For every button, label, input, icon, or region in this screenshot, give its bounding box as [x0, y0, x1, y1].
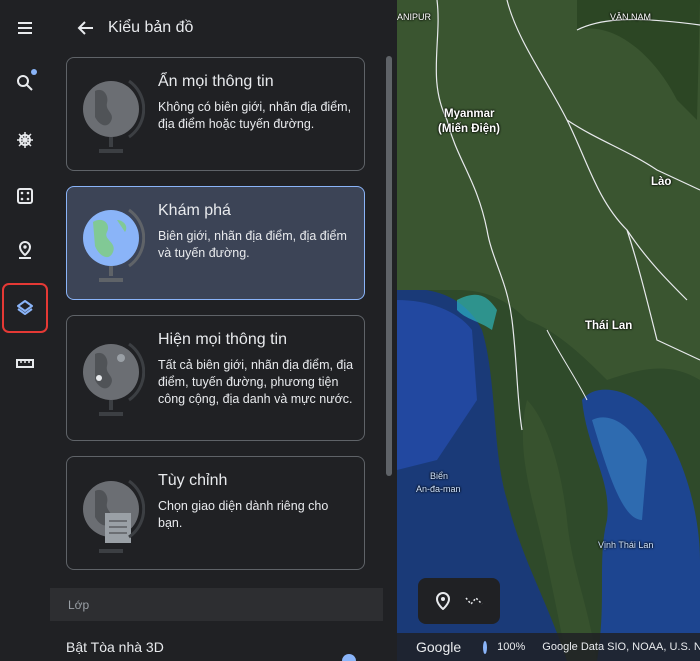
map-label-andaman-sea-2: An-đa-man: [416, 484, 461, 494]
card-description: Chọn giao diện dành riêng cho bạn.: [158, 499, 329, 530]
map-view[interactable]: ANIPUR VÂN NAM Myanmar (Miến Điện) Lào T…: [397, 0, 700, 661]
data-attribution[interactable]: Google Data SIO, NOAA, U.S. Na: [542, 641, 700, 653]
card-title: Tùy chỉnh: [158, 472, 228, 489]
dice-icon[interactable]: [7, 178, 43, 214]
map-style-card-hide-all[interactable]: Ẩn mọi thông tin Không có biên giới, nhã…: [66, 57, 365, 171]
search-icon[interactable]: [7, 65, 43, 101]
map-style-card-explore[interactable]: Khám phá Biên giới, nhãn địa điểm, địa đ…: [66, 186, 365, 300]
map-style-layers-icon[interactable]: [2, 283, 48, 333]
globe-color-icon: [83, 208, 145, 282]
section-header-layers: Lớp: [50, 588, 383, 621]
map-status-bar: Google 100% Google Data SIO, NOAA, U.S. …: [397, 633, 700, 661]
map-label-manipur: ANIPUR: [397, 12, 432, 22]
path-icon[interactable]: [464, 594, 484, 608]
card-title: Hiện mọi thông tin: [158, 331, 287, 348]
map-label-thailand: Thái Lan: [585, 320, 633, 332]
layer-3d-toggle[interactable]: [342, 654, 356, 661]
map-label-myanmar-alt: (Miến Điện): [438, 123, 500, 135]
panel-header: Kiểu bản đồ: [50, 0, 397, 56]
left-rail: [0, 0, 50, 661]
google-logo: Google: [416, 639, 462, 655]
globe-plain-icon: [83, 79, 145, 153]
pin-icon[interactable]: [7, 232, 43, 268]
map-label-myanmar: Myanmar: [444, 108, 495, 120]
card-description: Biên giới, nhãn địa điểm, địa điểm và tu…: [158, 229, 347, 260]
load-percent: 100%: [497, 641, 526, 653]
card-title: Khám phá: [158, 202, 231, 219]
panel-scrollbar[interactable]: [386, 56, 392, 476]
map-label-gulf-of-thailand: Vịnh Thái Lan: [598, 540, 654, 550]
card-title: Ẩn mọi thông tin: [158, 73, 274, 90]
layer-3d-buildings-label[interactable]: Bật Tòa nhà 3D: [66, 639, 164, 655]
satellite-map: [397, 0, 700, 661]
map-style-card-custom[interactable]: Tùy chỉnh Chọn giao diện dành riêng cho …: [66, 456, 365, 570]
globe-pins-icon: [83, 342, 145, 416]
menu-icon[interactable]: [7, 10, 43, 46]
placemark-icon[interactable]: [435, 592, 451, 610]
map-label-laos: Lào: [651, 176, 672, 188]
loading-ring-icon: [483, 640, 488, 654]
map-label-andaman-sea-1: Biển: [430, 471, 449, 481]
notification-dot: [31, 69, 37, 75]
map-style-panel: Kiểu bản đồ Ẩn mọi thông tin Không có bi…: [50, 0, 397, 661]
card-description: Không có biên giới, nhãn địa điểm, địa đ…: [158, 100, 352, 131]
back-arrow-icon[interactable]: [68, 10, 104, 46]
map-label-yunnan: VÂN NAM: [610, 12, 652, 22]
globe-custom-icon: [83, 479, 145, 553]
voyager-icon[interactable]: [7, 122, 43, 158]
ruler-icon[interactable]: [7, 345, 43, 381]
card-description: Tất cả biên giới, nhãn địa điểm, địa điể…: [158, 358, 354, 406]
map-tools: [418, 578, 500, 624]
map-style-card-show-all[interactable]: Hiện mọi thông tin Tất cả biên giới, nhã…: [66, 315, 365, 441]
panel-title: Kiểu bản đồ: [108, 19, 194, 36]
